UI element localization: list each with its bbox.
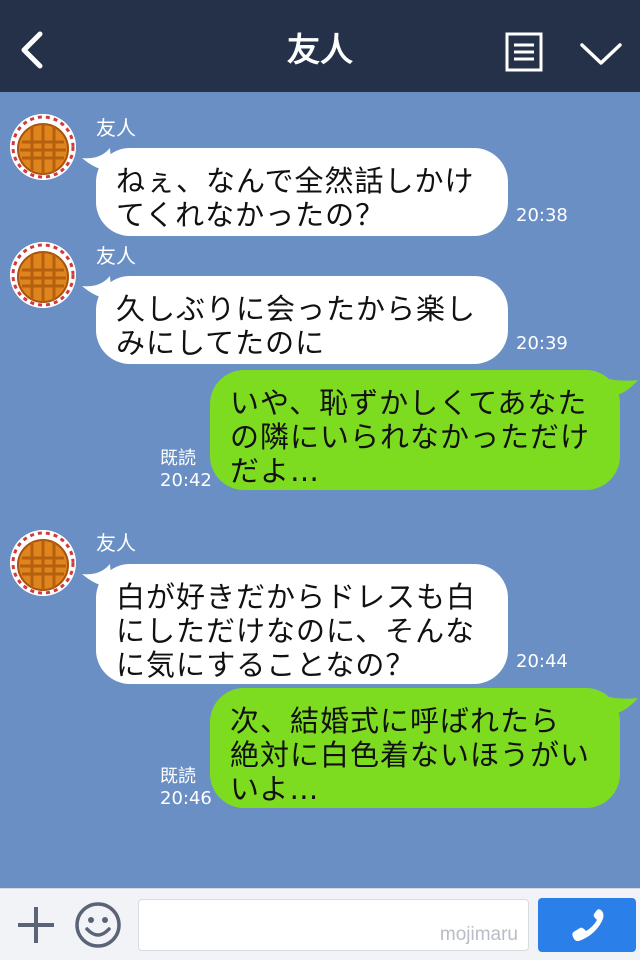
avatar[interactable] (10, 114, 76, 180)
chat-title: 友人 (287, 30, 353, 69)
phone-icon (572, 909, 604, 941)
message-line: の隣にいられなかっただけ (230, 420, 591, 454)
message-line: みにしてたのに (116, 326, 326, 360)
read-receipt: 既読 20:46 (160, 766, 212, 810)
chat-header: 友人 (0, 0, 640, 92)
message-line: いや、恥ずかしくてあなた (230, 386, 588, 420)
pie-avatar-image (10, 114, 76, 180)
message-line: 絶対に白色着ないほうがい (230, 738, 591, 772)
message-time: 20:39 (516, 333, 568, 354)
notes-icon[interactable] (505, 32, 543, 72)
call-button[interactable] (538, 898, 636, 952)
bubble-tail (604, 696, 638, 716)
pie-avatar-image (10, 530, 76, 596)
read-label: 既読 (160, 766, 196, 787)
message-line: いよ… (230, 772, 320, 806)
message-bubble[interactable]: 白が好きだからドレスも白 にしただけなのに、そんな に気にすることなの？ (96, 564, 508, 684)
message-bubble[interactable]: 次、結婚式に呼ばれたら 絶対に白色着ないほうがい いよ… (210, 688, 620, 808)
message-time: 20:42 (160, 470, 212, 491)
chevron-down-icon[interactable] (579, 40, 623, 68)
read-receipt: 既読 20:42 (160, 448, 212, 492)
sender-name: 友人 (96, 531, 136, 555)
sender-name: 友人 (96, 244, 136, 268)
message-time: 20:38 (516, 205, 568, 226)
message-line: てくれなかったの？ (116, 198, 386, 232)
read-label: 既読 (160, 448, 196, 469)
watermark-text: mojimaru (439, 924, 518, 945)
message-bubble[interactable]: いや、恥ずかしくてあなた の隣にいられなかっただけ だよ… (210, 370, 620, 490)
avatar[interactable] (10, 242, 76, 308)
plus-icon[interactable] (16, 905, 56, 945)
smiley-icon[interactable] (74, 901, 122, 949)
message-input[interactable]: mojimaru (138, 899, 529, 951)
pie-avatar-image (10, 242, 76, 308)
message-line: 白が好きだからドレスも白 (116, 580, 477, 614)
message-time: 20:44 (516, 651, 568, 672)
message-line: にしただけなのに、そんな (116, 614, 476, 648)
message-bubble[interactable]: ねぇ、なんで全然話しかけ てくれなかったの？ (96, 148, 508, 236)
message-time: 20:46 (160, 788, 212, 809)
sender-name: 友人 (96, 116, 136, 140)
message-bubble[interactable]: 久しぶりに会ったから楽し みにしてたのに (96, 276, 508, 364)
message-line: ねぇ、なんで全然話しかけ (116, 164, 475, 198)
message-line: 久しぶりに会ったから楽し (116, 292, 477, 326)
bubble-tail (604, 378, 638, 398)
message-input-bar: mojimaru (0, 888, 640, 960)
message-line: に気にすることなの？ (116, 648, 416, 682)
message-line: だよ… (230, 454, 321, 488)
avatar[interactable] (10, 530, 76, 596)
message-line: 次、結婚式に呼ばれたら (230, 704, 561, 738)
